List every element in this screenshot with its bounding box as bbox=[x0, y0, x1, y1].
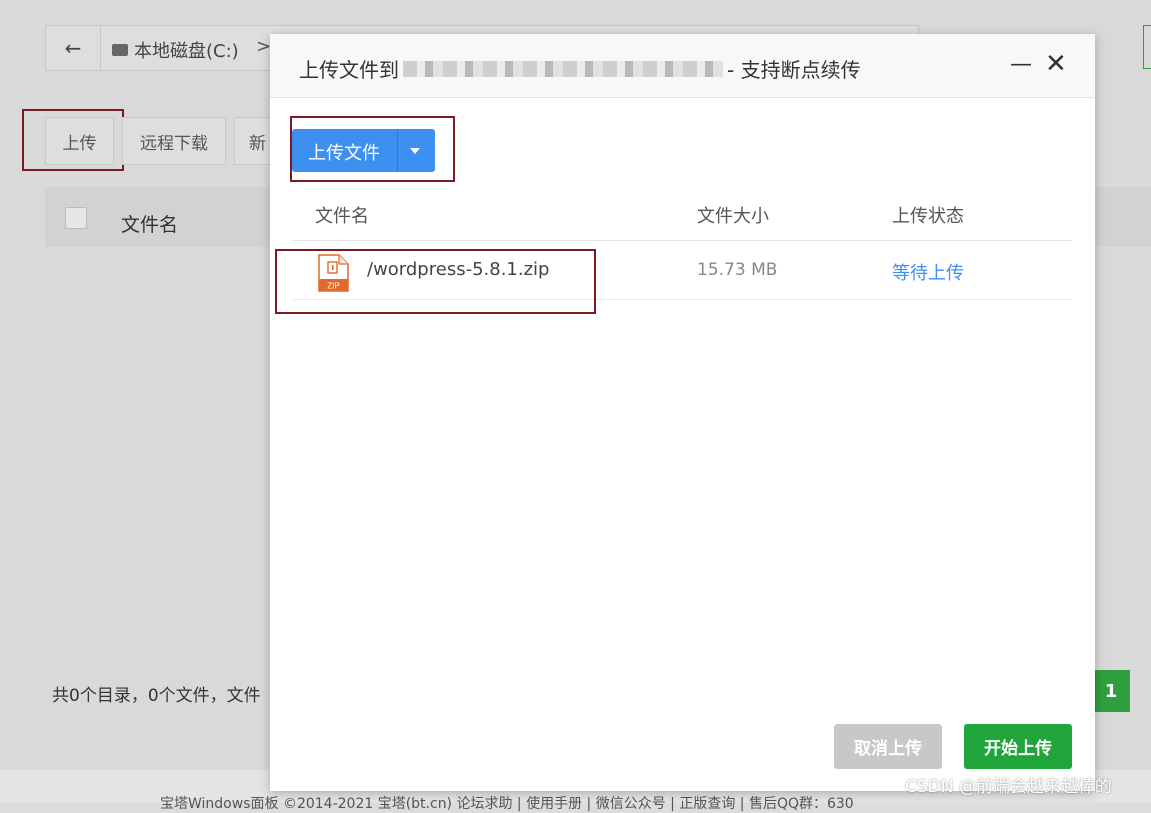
column-size: 文件大小 bbox=[697, 206, 769, 227]
highlight-box-upload bbox=[22, 109, 124, 171]
column-filename: 文件名 bbox=[121, 214, 179, 236]
breadcrumb-disk[interactable]: 本地磁盘(C:) bbox=[112, 37, 239, 63]
remote-download-button[interactable]: 远程下载 bbox=[122, 117, 226, 165]
disk-icon bbox=[112, 44, 128, 56]
highlight-box-upload-file bbox=[290, 116, 455, 182]
dialog-title-prefix: 上传文件到 bbox=[299, 58, 399, 82]
csdn-watermark: CSDN @前端会越来越棒的 bbox=[905, 777, 1112, 797]
upload-dialog: 上传文件到 - 支持断点续传 — ✕ 上传文件 文件名 文件大小 上传状态 ZI… bbox=[270, 34, 1095, 791]
dialog-header: 上传文件到 - 支持断点续传 — ✕ bbox=[270, 34, 1095, 98]
breadcrumb-disk-label: 本地磁盘(C:) bbox=[134, 41, 239, 62]
redacted-path bbox=[403, 60, 723, 77]
back-arrow-icon[interactable]: ← bbox=[46, 26, 101, 70]
file-size: 15.73 MB bbox=[697, 260, 778, 280]
minimize-icon[interactable]: — bbox=[1010, 54, 1032, 76]
upload-status: 等待上传 bbox=[892, 263, 964, 284]
column-status: 上传状态 bbox=[892, 206, 964, 227]
close-icon[interactable]: ✕ bbox=[1045, 50, 1067, 78]
top-right-button-edge[interactable] bbox=[1143, 25, 1151, 69]
dialog-title: 上传文件到 - 支持断点续传 bbox=[299, 54, 861, 83]
start-upload-button[interactable]: 开始上传 bbox=[964, 724, 1072, 769]
breadcrumb-separator: > bbox=[256, 36, 272, 57]
select-all-checkbox[interactable] bbox=[65, 207, 87, 229]
upload-table-header: 文件名 文件大小 上传状态 bbox=[292, 194, 1072, 241]
column-name: 文件名 bbox=[315, 206, 369, 227]
highlight-box-file bbox=[275, 249, 596, 314]
dialog-title-suffix: - 支持断点续传 bbox=[727, 58, 861, 82]
page-number[interactable]: 1 bbox=[1092, 670, 1130, 712]
file-summary: 共0个目录，0个文件，文件 bbox=[52, 686, 261, 706]
footer-links[interactable]: 宝塔Windows面板 ©2014-2021 宝塔(bt.cn) 论坛求助 | … bbox=[160, 793, 854, 813]
cancel-upload-button[interactable]: 取消上传 bbox=[834, 724, 942, 769]
